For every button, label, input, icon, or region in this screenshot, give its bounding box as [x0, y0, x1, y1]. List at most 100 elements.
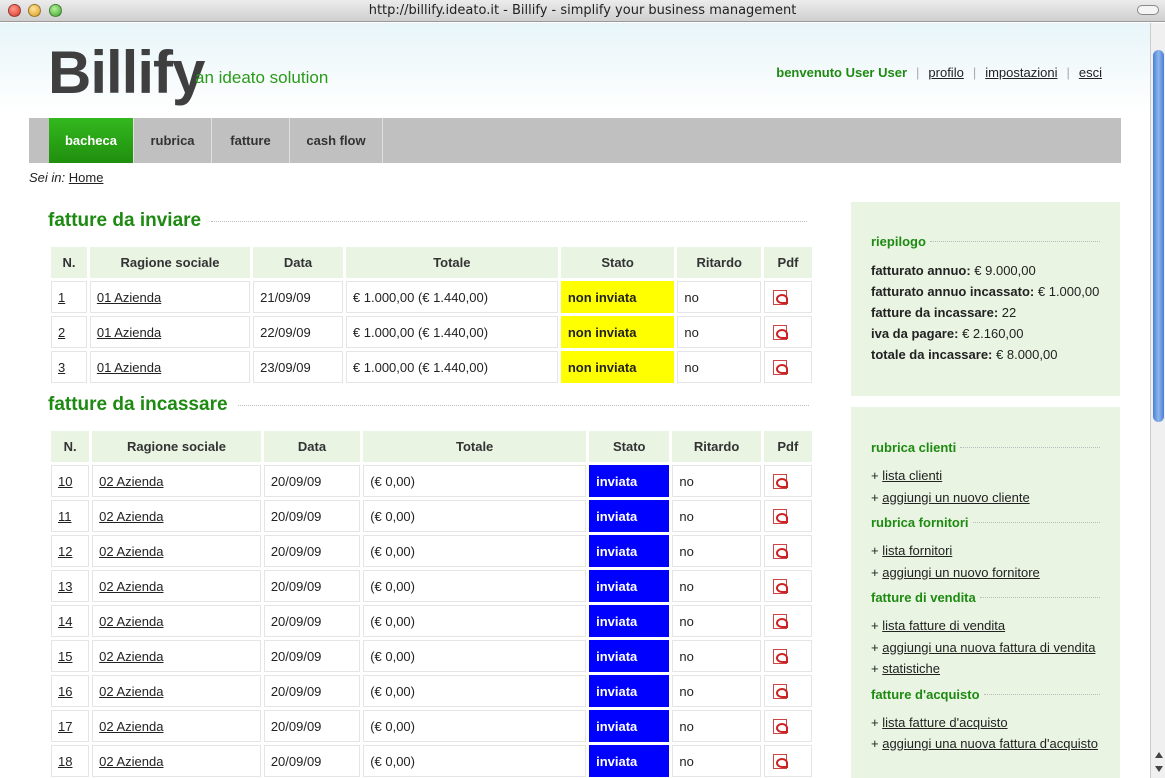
cell-pdf — [763, 465, 812, 497]
company-link[interactable]: 02 Azienda — [99, 719, 163, 734]
column-header: Ragione sociale — [89, 247, 251, 278]
pdf-icon[interactable] — [772, 683, 788, 699]
separator: | — [916, 65, 920, 80]
invoice-number-link[interactable]: 3 — [58, 360, 65, 375]
scroll-down-arrow[interactable] — [1155, 766, 1163, 772]
logout-link[interactable]: esci — [1079, 65, 1102, 80]
cell-delay: no — [672, 605, 761, 637]
company-link[interactable]: 02 Azienda — [99, 614, 163, 629]
cell-number: 16 — [51, 675, 90, 707]
separator: | — [972, 65, 977, 80]
scrollbar-thumb[interactable] — [1153, 50, 1164, 422]
tab-cash-flow[interactable]: cash flow — [290, 118, 383, 163]
quick-link[interactable]: aggiungi una nuova fattura di vendita — [882, 640, 1095, 655]
page-viewport: Billify an ideato solution benvenuto Use… — [0, 23, 1150, 778]
cell-date: 20/09/09 — [263, 710, 361, 742]
tab-fatture[interactable]: fatture — [212, 118, 290, 163]
pdf-icon[interactable] — [773, 359, 789, 375]
profile-link[interactable]: profilo — [928, 65, 963, 80]
cell-company: 02 Azienda — [92, 675, 261, 707]
pdf-icon[interactable] — [773, 289, 789, 305]
cell-date: 21/09/09 — [253, 281, 343, 313]
cell-company: 01 Azienda — [89, 281, 251, 313]
invoice-number-link[interactable]: 15 — [58, 649, 72, 664]
pdf-icon[interactable] — [773, 324, 789, 340]
summary-value: € 8.000,00 — [996, 347, 1058, 362]
title-divider — [211, 220, 808, 222]
cell-number: 2 — [51, 316, 87, 348]
cell-date: 20/09/09 — [263, 605, 361, 637]
toolbar-toggle-button[interactable] — [1137, 5, 1159, 15]
company-link[interactable]: 02 Azienda — [99, 684, 163, 699]
cell-date: 20/09/09 — [263, 535, 361, 567]
pdf-icon[interactable] — [772, 508, 788, 524]
invoice-number-link[interactable]: 18 — [58, 754, 72, 769]
title-divider — [929, 241, 1100, 242]
quick-link[interactable]: aggiungi una nuova fattura d'acquisto — [882, 736, 1098, 751]
summary-item: fatturato annuo incassato: € 1.000,00 — [871, 281, 1100, 302]
tab-bacheca[interactable]: bacheca — [49, 118, 134, 163]
quick-link[interactable]: aggiungi un nuovo cliente — [882, 490, 1029, 505]
quick-link-item: + lista fatture d'acquisto — [871, 714, 1008, 730]
quick-link[interactable]: statistiche — [882, 661, 940, 676]
invoice-number-link[interactable]: 13 — [58, 579, 72, 594]
company-link[interactable]: 01 Azienda — [97, 290, 161, 305]
pdf-icon[interactable] — [772, 543, 788, 559]
cell-total: (€ 0,00) — [363, 605, 587, 637]
pdf-icon[interactable] — [772, 613, 788, 629]
summary-value: € 1.000,00 — [1037, 284, 1100, 299]
cell-company: 02 Azienda — [92, 605, 261, 637]
quick-link[interactable]: lista fornitori — [882, 543, 952, 558]
main-nav: bacheca rubrica fatture cash flow — [29, 118, 1121, 163]
company-link[interactable]: 01 Azienda — [97, 325, 161, 340]
invoice-number-link[interactable]: 2 — [58, 325, 65, 340]
cell-number: 3 — [51, 351, 87, 383]
pdf-icon[interactable] — [772, 648, 788, 664]
scroll-up-arrow[interactable] — [1155, 752, 1163, 758]
column-header: N. — [51, 431, 90, 462]
invoice-number-link[interactable]: 16 — [58, 684, 72, 699]
invoice-number-link[interactable]: 11 — [58, 509, 72, 524]
pdf-icon[interactable] — [772, 718, 788, 734]
quick-link-item: + lista clienti — [871, 468, 943, 483]
cell-delay: no — [677, 281, 762, 313]
pdf-icon[interactable] — [772, 473, 788, 489]
company-link[interactable]: 02 Azienda — [99, 579, 163, 594]
vertical-scrollbar[interactable] — [1150, 23, 1165, 778]
quick-link[interactable]: aggiungi un nuovo fornitore — [882, 565, 1040, 580]
company-link[interactable]: 02 Azienda — [99, 544, 163, 559]
company-link[interactable]: 01 Azienda — [97, 360, 161, 375]
quick-link[interactable]: lista fatture d'acquisto — [882, 715, 1007, 730]
section-title-text: fatture da inviare — [48, 210, 202, 231]
tab-rubrica[interactable]: rubrica — [134, 118, 212, 163]
cell-pdf — [763, 500, 812, 532]
company-link[interactable]: 02 Azienda — [99, 474, 163, 489]
column-header: Pdf — [764, 247, 812, 278]
company-link[interactable]: 02 Azienda — [99, 509, 163, 524]
invoice-number-link[interactable]: 17 — [58, 719, 72, 734]
cell-total: € 1.000,00 (€ 1.440,00) — [345, 316, 558, 348]
settings-link[interactable]: impostazioni — [985, 65, 1057, 80]
separator: | — [1066, 65, 1070, 80]
quick-link[interactable]: lista fatture di vendita — [882, 618, 1005, 633]
breadcrumb-home-link[interactable]: Home — [69, 170, 104, 185]
company-link[interactable]: 02 Azienda — [99, 754, 163, 769]
summary-list: fatturato annuo: € 9.000,00 fatturato ann… — [871, 260, 1100, 365]
invoices-to-send-table: N. Ragione sociale Data Totale Stato Ritardo P… — [48, 244, 815, 386]
invoice-number-link[interactable]: 1 — [58, 290, 65, 305]
cell-delay: no — [672, 465, 761, 497]
cell-pdf — [764, 281, 812, 313]
quick-link-item: + aggiungi un nuovo fornitore — [871, 564, 1040, 580]
app-logo[interactable]: Billify — [48, 38, 205, 107]
pdf-icon[interactable] — [772, 578, 788, 594]
quick-link[interactable]: lista clienti — [882, 468, 942, 483]
summary-value: 22 — [1001, 305, 1017, 320]
invoice-number-link[interactable]: 12 — [58, 544, 72, 559]
pdf-icon[interactable] — [772, 753, 788, 769]
title-divider — [979, 597, 1100, 598]
cell-company: 02 Azienda — [92, 535, 261, 567]
company-link[interactable]: 02 Azienda — [99, 649, 163, 664]
invoice-number-link[interactable]: 14 — [58, 614, 72, 629]
summary-item: fatture da incassare: 22 — [871, 302, 1100, 323]
invoice-number-link[interactable]: 10 — [58, 474, 72, 489]
